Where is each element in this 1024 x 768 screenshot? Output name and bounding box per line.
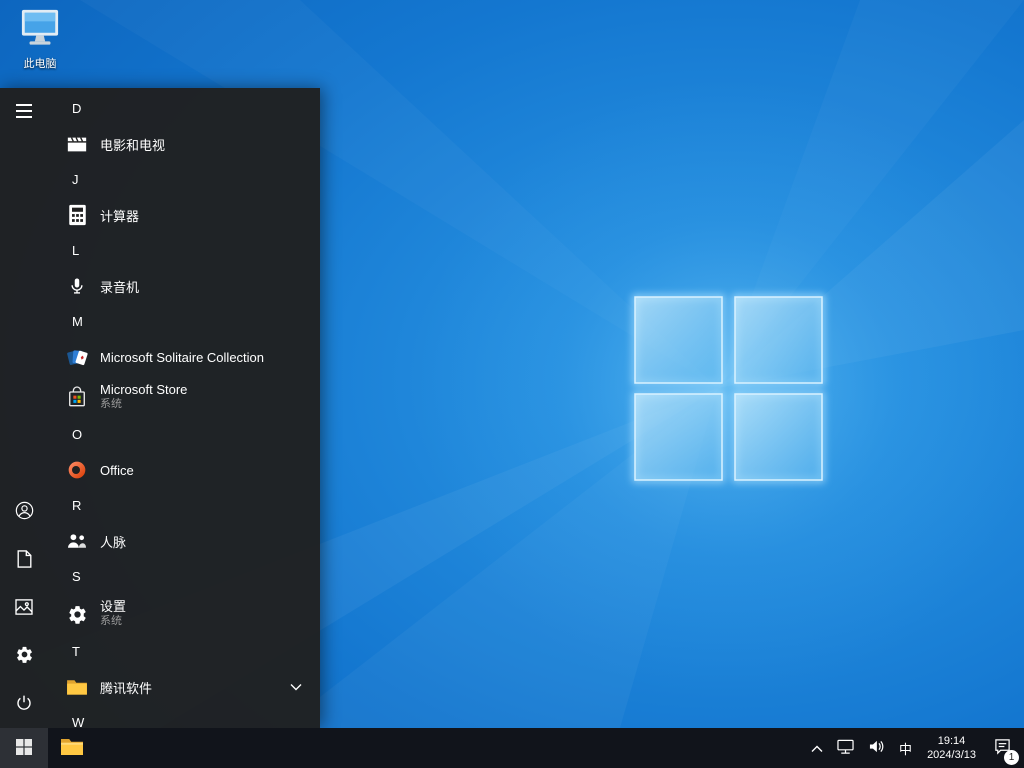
network-button[interactable]: [830, 728, 861, 768]
app-label: 录音机: [100, 279, 140, 295]
letter-header-d[interactable]: D: [48, 92, 320, 125]
app-row-tencent-folder[interactable]: 腾讯软件: [48, 668, 320, 706]
solitaire-cards-icon: [64, 344, 90, 370]
file-explorer-button[interactable]: [48, 728, 96, 768]
app-row-settings[interactable]: 设置 系统: [48, 593, 320, 635]
app-row-microsoft-store[interactable]: Microsoft Store 系统: [48, 376, 320, 418]
windows-logo-icon: [16, 738, 32, 758]
app-row-movies-tv[interactable]: 电影和电视: [48, 125, 320, 163]
app-label: 人脉: [100, 534, 127, 550]
calculator-icon: [64, 202, 90, 228]
app-sublabel: 系统: [100, 615, 122, 628]
app-label: Microsoft Store: [100, 382, 188, 397]
letter-header-l[interactable]: L: [48, 234, 320, 267]
app-row-people[interactable]: 人脉: [48, 522, 320, 560]
settings-gear-icon: [64, 601, 90, 627]
start-menu: D 电影和电视 J 计算器 L 录音机 M Microsoft Solitair…: [0, 88, 320, 728]
people-icon: [64, 528, 90, 554]
pictures-icon: [15, 598, 33, 618]
letter-header-w[interactable]: W: [48, 706, 320, 728]
action-center-button[interactable]: 1: [984, 728, 1020, 768]
app-label: 计算器: [100, 208, 140, 224]
letter-header-j[interactable]: J: [48, 163, 320, 196]
clock-time: 19:14: [937, 734, 966, 747]
microsoft-store-icon: [64, 384, 90, 410]
gear-icon: [15, 645, 34, 667]
file-explorer-icon: [60, 737, 84, 760]
taskbar: 中 19:14 2024/3/13 1: [0, 728, 1024, 768]
pictures-button[interactable]: [0, 584, 48, 632]
notification-badge: 1: [1004, 750, 1019, 765]
power-icon: [15, 694, 33, 715]
hamburger-menu-icon: [16, 103, 32, 121]
app-row-office[interactable]: Office: [48, 451, 320, 489]
tray-chevron-up-button[interactable]: [804, 728, 830, 768]
app-sublabel: 系统: [100, 398, 122, 411]
desktop-icon-label: 此电脑: [23, 58, 57, 70]
documents-button[interactable]: [0, 536, 48, 584]
account-button[interactable]: [0, 488, 48, 536]
clock-date: 2024/3/13: [927, 749, 976, 761]
this-pc-icon: [19, 8, 61, 53]
chevron-down-icon[interactable]: [290, 683, 302, 691]
letter-header-t[interactable]: T: [48, 635, 320, 668]
letter-header-s[interactable]: S: [48, 560, 320, 593]
windows-desktop: 此电脑 D 电影和电视 J 计算器 L 录音机 M Microsoft Soli…: [0, 0, 1024, 768]
power-button[interactable]: [0, 680, 48, 728]
app-row-calculator[interactable]: 计算器: [48, 196, 320, 234]
start-button[interactable]: [0, 728, 48, 768]
office-icon: [64, 457, 90, 483]
app-row-voice-recorder[interactable]: 录音机: [48, 267, 320, 305]
settings-button[interactable]: [0, 632, 48, 680]
taskbar-clock[interactable]: 19:14 2024/3/13: [919, 728, 984, 768]
app-label: 腾讯软件: [100, 680, 153, 696]
start-app-list: D 电影和电视 J 计算器 L 录音机 M Microsoft Solitair…: [48, 88, 320, 728]
ime-indicator[interactable]: 中: [892, 728, 919, 768]
account-icon: [15, 501, 34, 523]
microphone-icon: [64, 273, 90, 299]
app-label: 电影和电视: [100, 137, 166, 153]
letter-header-o[interactable]: O: [48, 418, 320, 451]
letter-header-m[interactable]: M: [48, 305, 320, 338]
chevron-up-icon: [811, 741, 823, 756]
system-tray: 中 19:14 2024/3/13 1: [804, 728, 1024, 768]
movies-tv-icon: [64, 131, 90, 157]
volume-button[interactable]: [861, 728, 892, 768]
desktop-icon-this-pc[interactable]: 此电脑: [12, 8, 68, 71]
start-menu-rail: [0, 88, 48, 728]
document-icon: [17, 549, 32, 571]
folder-icon: [64, 674, 90, 700]
speaker-icon: [868, 739, 885, 757]
app-label: Office: [100, 462, 134, 478]
rail-bottom-group: [0, 488, 48, 728]
app-row-solitaire[interactable]: Microsoft Solitaire Collection: [48, 338, 320, 376]
expand-menu-button[interactable]: [0, 88, 48, 136]
letter-header-r[interactable]: R: [48, 489, 320, 522]
app-label: Microsoft Solitaire Collection: [100, 349, 265, 365]
app-label: 设置: [100, 599, 127, 614]
network-icon: [837, 739, 854, 758]
